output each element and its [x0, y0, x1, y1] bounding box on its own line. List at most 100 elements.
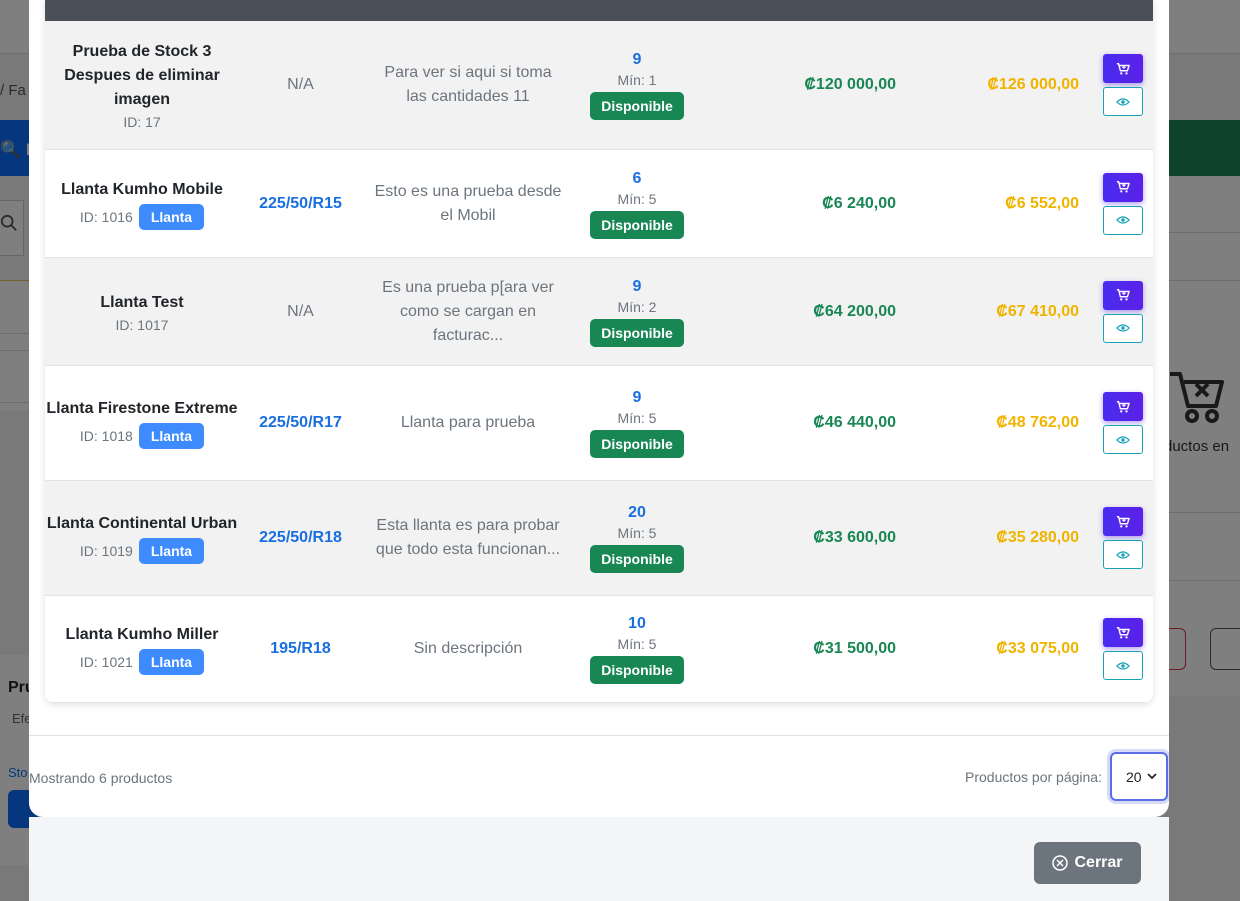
- product-price-iva: ₡35 280,00: [996, 529, 1079, 546]
- product-description-cell: Sin descripción: [362, 637, 574, 661]
- product-stock-cell: 6 Mín: 5 Disponible: [574, 169, 700, 239]
- table-row: Llanta Kumho Miller ID: 1021 Llanta 195/R18…: [45, 596, 1153, 703]
- view-details-button[interactable]: [1103, 87, 1143, 116]
- table-row: Llanta Kumho Mobile ID: 1016 Llanta 225/50/…: [45, 150, 1153, 258]
- close-button[interactable]: Cerrar: [1034, 842, 1141, 884]
- product-id: ID: 1019: [79, 543, 133, 559]
- product-id: ID: 1018: [79, 428, 133, 444]
- product-size: 225/50/R17: [259, 414, 342, 431]
- product-name: Llanta Test: [100, 293, 184, 311]
- product-id: ID: 1021: [79, 654, 133, 670]
- cart-icon: [1116, 626, 1130, 639]
- add-to-cart-button[interactable]: [1103, 280, 1143, 310]
- eye-icon: [1116, 550, 1130, 559]
- add-to-cart-button[interactable]: [1103, 507, 1143, 536]
- product-price-cell: ₡64 200,00: [700, 303, 896, 321]
- product-stock-cell: 10 Mín: 5 Disponible: [574, 614, 700, 684]
- add-to-cart-button[interactable]: [1103, 618, 1143, 647]
- product-size-cell: N/A: [239, 76, 362, 94]
- products-count-text: Mostrando 6 productos: [29, 770, 173, 786]
- stock-minimum: Mín: 2: [617, 298, 657, 315]
- product-size: N/A: [287, 76, 314, 93]
- product-name: Llanta Kumho Mobile: [61, 180, 223, 198]
- product-price-iva-cell: ₡48 762,00: [896, 414, 1079, 432]
- product-description-cell: Para ver si aqui si toma las cantidades …: [362, 61, 574, 109]
- product-price: ₡33 600,00: [813, 529, 896, 546]
- view-details-button[interactable]: [1103, 425, 1143, 454]
- view-details-button[interactable]: [1103, 313, 1143, 343]
- products-table: Prueba de Stock 3 Despues de eliminar im…: [45, 0, 1153, 703]
- product-price-iva: ₡48 762,00: [996, 414, 1079, 431]
- product-description-cell: Es una prueba p[ara ver como se cargan e…: [362, 276, 574, 348]
- product-name-cell: Llanta Continental Urban ID: 1019 Llanta: [45, 512, 239, 564]
- status-badge: Disponible: [590, 656, 684, 684]
- product-description: Es una prueba p[ara ver como se cargan e…: [382, 278, 554, 344]
- status-badge: Disponible: [590, 545, 684, 573]
- product-stock-cell: 9 Mín: 2 Disponible: [574, 277, 700, 347]
- add-to-cart-button[interactable]: [1103, 172, 1143, 202]
- product-id: ID: 1017: [115, 316, 169, 333]
- cart-icon: [1116, 62, 1130, 75]
- product-stock-cell: 9 Mín: 5 Disponible: [574, 388, 700, 458]
- eye-icon: [1116, 661, 1130, 670]
- product-size-cell: 225/50/R17: [239, 414, 362, 432]
- close-circle-icon: [1052, 855, 1069, 871]
- eye-icon: [1116, 216, 1130, 224]
- product-name-cell: Llanta Kumho Mobile ID: 1016 Llanta: [45, 178, 239, 230]
- view-details-button[interactable]: [1103, 651, 1143, 680]
- product-description-cell: Esto es una prueba desde el Mobil: [362, 180, 574, 228]
- product-name: Llanta Kumho Miller: [65, 626, 219, 643]
- product-price-iva: ₡126 000,00: [987, 76, 1079, 93]
- status-badge: Disponible: [590, 318, 684, 347]
- product-description: Para ver si aqui si toma las cantidades …: [384, 64, 552, 105]
- product-price: ₡6 240,00: [822, 194, 896, 212]
- table-row: Llanta Test ID: 1017 N/A Es una prueba p[ar…: [45, 258, 1153, 366]
- product-price-cell: ₡6 240,00: [700, 195, 896, 213]
- type-badge: Llanta: [138, 203, 205, 230]
- stock-minimum: Mín: 5: [617, 190, 657, 207]
- product-name-cell: Prueba de Stock 3 Despues de eliminar im…: [45, 40, 239, 130]
- per-page-select[interactable]: 20: [1110, 752, 1168, 801]
- type-badge: Llanta: [138, 538, 205, 564]
- status-badge: Disponible: [590, 430, 684, 458]
- cart-icon: [1116, 400, 1130, 413]
- view-details-button[interactable]: [1103, 205, 1143, 235]
- stock-quantity: 20: [628, 504, 646, 521]
- product-price: ₡31 500,00: [813, 640, 896, 657]
- product-price-cell: ₡120 000,00: [700, 76, 896, 94]
- stock-quantity: 9: [632, 389, 642, 406]
- stock-minimum: Mín: 5: [617, 525, 657, 541]
- stock-quantity: 9: [632, 51, 642, 68]
- product-price-cell: ₡33 600,00: [700, 529, 896, 547]
- product-description: Llanta para prueba: [400, 414, 536, 431]
- product-actions-cell: [1079, 54, 1153, 116]
- stock-minimum: Mín: 5: [617, 410, 657, 426]
- product-actions-cell: [1079, 392, 1153, 454]
- view-details-button[interactable]: [1103, 540, 1143, 569]
- status-badge: Disponible: [590, 92, 684, 120]
- table-row: Prueba de Stock 3 Despues de eliminar im…: [45, 21, 1153, 150]
- product-actions-cell: [1079, 618, 1153, 680]
- product-price-iva-cell: ₡35 280,00: [896, 529, 1079, 547]
- eye-icon: [1116, 97, 1130, 106]
- add-to-cart-button[interactable]: [1103, 54, 1143, 83]
- product-size: 225/50/R18: [259, 529, 342, 546]
- per-page-value: 20: [1126, 768, 1142, 785]
- close-button-label: Cerrar: [1074, 854, 1123, 871]
- stock-quantity: 10: [628, 615, 646, 632]
- product-actions-cell: [1079, 280, 1153, 343]
- table-row: Llanta Firestone Extreme ID: 1018 Llanta 22…: [45, 366, 1153, 481]
- divider: [29, 735, 1169, 736]
- product-name-cell: Llanta Firestone Extreme ID: 1018 Llanta: [45, 397, 239, 449]
- product-size-cell: 225/50/R15: [239, 195, 362, 213]
- per-page-label: Productos por página:: [965, 769, 1102, 785]
- cart-icon: [1116, 289, 1130, 301]
- product-price-iva: ₡33 075,00: [996, 640, 1079, 657]
- product-description: Esta llanta es para probar que todo esta…: [375, 517, 561, 558]
- product-size: 225/50/R15: [259, 194, 342, 212]
- product-description: Esto es una prueba desde el Mobil: [374, 182, 562, 224]
- product-description-cell: Llanta para prueba: [362, 411, 574, 435]
- eye-icon: [1116, 324, 1130, 332]
- add-to-cart-button[interactable]: [1103, 392, 1143, 421]
- eye-icon: [1116, 435, 1130, 444]
